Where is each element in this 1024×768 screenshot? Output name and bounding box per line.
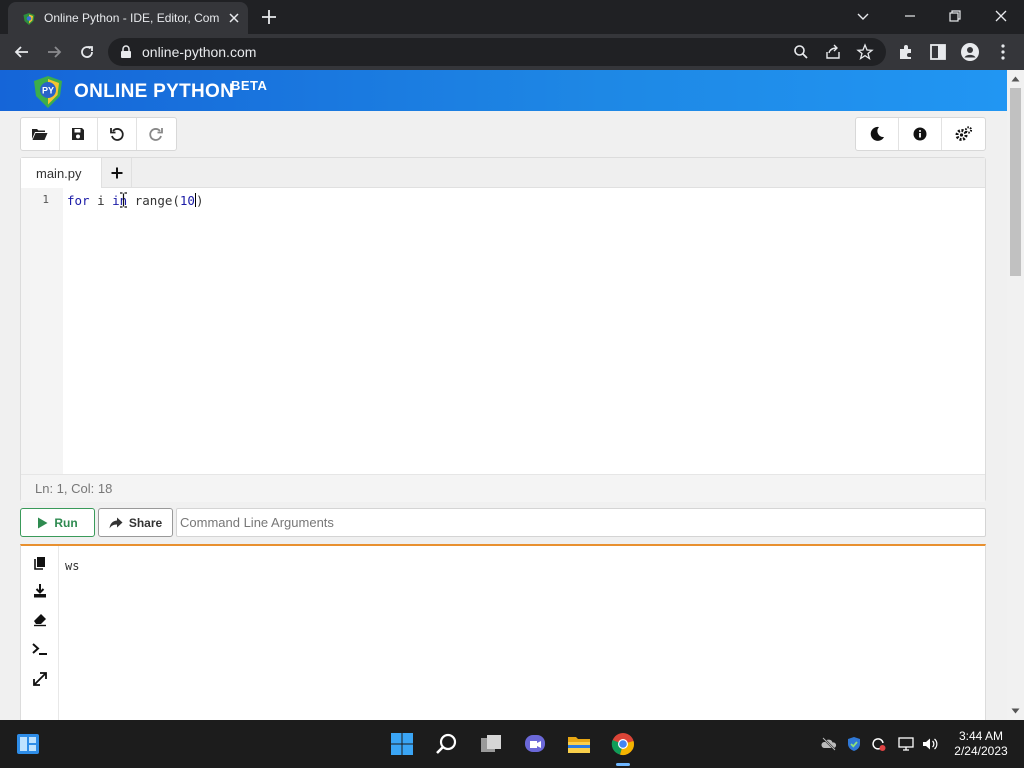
side-panel-icon[interactable] (928, 42, 948, 62)
kebab-menu-icon[interactable] (993, 42, 1013, 62)
python-shield-logo[interactable]: PY (30, 74, 66, 110)
play-icon (37, 517, 48, 529)
copy-icon[interactable] (31, 554, 49, 572)
eraser-icon[interactable] (31, 610, 49, 628)
window-close-icon[interactable] (991, 6, 1011, 26)
view-toolbar (855, 117, 986, 151)
profile-avatar-icon[interactable] (960, 42, 980, 62)
page-content: PY ONLINE PYTHON BETA main.py 1 for i in… (0, 70, 1007, 720)
url-text: online-python.com (142, 44, 257, 60)
save-button[interactable] (60, 118, 98, 150)
code-line[interactable]: for i in range(10) (67, 193, 204, 208)
reload-icon[interactable] (77, 42, 97, 62)
code-editor[interactable]: main.py 1 for i in range(10) Ln: 1, Col:… (20, 157, 986, 502)
widgets-icon[interactable] (16, 732, 40, 756)
brand-header: PY ONLINE PYTHON BETA (0, 70, 1007, 111)
settings-icon (955, 126, 973, 142)
scroll-down-arrow-icon[interactable] (1011, 708, 1020, 714)
brand-name: ONLINE PYTHON (74, 81, 235, 102)
line-gutter: 1 (21, 188, 63, 474)
star-bookmark-icon[interactable] (856, 43, 874, 61)
windows-taskbar: 3:44 AM 2/24/2023 (0, 720, 1024, 768)
editor-status-bar: Ln: 1, Col: 18 (21, 474, 985, 502)
keyword-for: for (67, 193, 90, 208)
restore-icon[interactable] (945, 6, 965, 26)
teams-chat-icon[interactable] (523, 732, 547, 756)
monitor-network-icon[interactable] (898, 736, 914, 752)
save-icon (71, 127, 85, 141)
code-number: 10 (179, 193, 195, 208)
close-icon[interactable] (226, 10, 242, 26)
clock-date: 2/24/2023 (954, 744, 1008, 758)
line-number: 1 (42, 193, 49, 206)
code-paren: ) (195, 193, 204, 208)
beta-badge: BETA (231, 78, 268, 93)
tab-main-py[interactable]: main.py (21, 158, 102, 188)
share-button[interactable]: Share (98, 508, 173, 537)
output-sidebar (21, 546, 59, 720)
lock-icon[interactable] (120, 45, 132, 59)
code-ident: i (89, 193, 113, 208)
svg-text:PY: PY (42, 86, 54, 96)
undo-button[interactable] (98, 118, 137, 150)
output-panel: ws (20, 544, 986, 720)
ibeam-cursor-icon (119, 192, 128, 208)
undo-icon (109, 126, 125, 142)
info-button[interactable] (899, 118, 942, 150)
clock-time: 3:44 AM (958, 729, 1004, 743)
run-button[interactable]: Run (20, 508, 95, 537)
address-bar[interactable]: online-python.com (108, 38, 886, 66)
page-scrollbar[interactable] (1007, 70, 1024, 720)
minimize-icon[interactable] (900, 6, 920, 26)
run-label: Run (54, 515, 78, 530)
share-page-icon[interactable] (824, 43, 842, 61)
windows-start-icon[interactable] (390, 732, 414, 756)
scroll-up-arrow-icon[interactable] (1011, 76, 1020, 82)
system-clock[interactable]: 3:44 AM 2/24/2023 (950, 729, 1012, 759)
onedrive-offline-icon[interactable] (821, 736, 837, 752)
shield-favicon-icon (22, 12, 36, 26)
folder-open-icon (31, 127, 48, 141)
tab-title: Online Python - IDE, Editor, Com (44, 11, 220, 25)
share-arrow-icon (109, 517, 123, 529)
speaker-volume-icon[interactable] (922, 736, 938, 752)
puzzle-extensions-icon[interactable] (896, 42, 916, 62)
defender-shield-icon[interactable] (846, 736, 862, 752)
new-tab-plus-icon[interactable] (260, 8, 278, 26)
update-sync-icon[interactable] (870, 736, 886, 752)
forward-arrow-icon[interactable] (44, 42, 64, 62)
browser-titlebar: Online Python - IDE, Editor, Com (0, 0, 1024, 34)
scrollbar-thumb[interactable] (1010, 88, 1021, 276)
terminal-icon[interactable] (31, 640, 49, 658)
browser-tab[interactable]: Online Python - IDE, Editor, Com (8, 2, 248, 34)
back-arrow-icon[interactable] (12, 42, 32, 62)
redo-button[interactable] (137, 118, 176, 150)
file-explorer-icon[interactable] (567, 732, 591, 756)
plus-icon (111, 167, 122, 179)
search-icon[interactable] (792, 43, 810, 61)
expand-icon[interactable] (31, 670, 49, 688)
info-icon (913, 127, 927, 141)
settings-button[interactable] (942, 118, 985, 150)
search-icon[interactable] (435, 732, 459, 756)
output-text: ws (65, 559, 80, 573)
code-call: range( (127, 193, 180, 208)
task-view-icon[interactable] (479, 732, 503, 756)
download-icon[interactable] (31, 582, 49, 600)
command-line-arguments-input[interactable] (176, 508, 986, 537)
open-folder-button[interactable] (21, 118, 60, 150)
chevron-down-icon[interactable] (853, 6, 873, 26)
active-app-indicator (616, 763, 630, 766)
moon-icon (869, 126, 885, 142)
browser-toolbar: online-python.com (0, 34, 1024, 70)
dark-mode-button[interactable] (856, 118, 899, 150)
chrome-icon[interactable] (611, 732, 635, 756)
file-toolbar (20, 117, 177, 151)
redo-icon (148, 126, 164, 142)
file-tab-strip: main.py (21, 158, 985, 188)
add-file-button[interactable] (102, 158, 132, 188)
share-label: Share (128, 515, 163, 530)
